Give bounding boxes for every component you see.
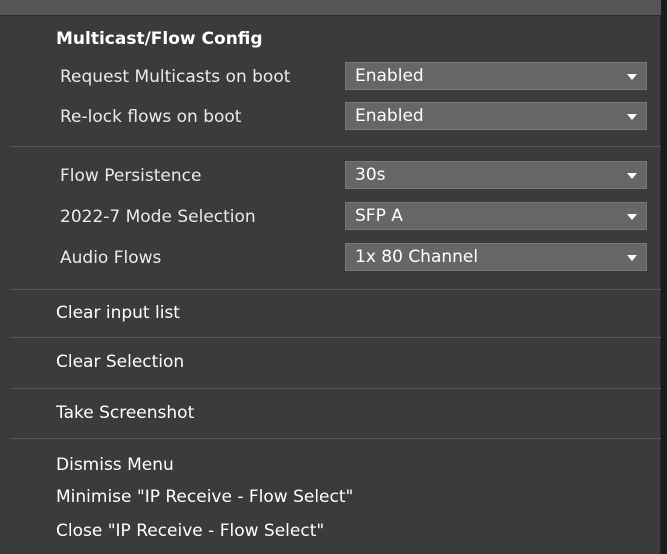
divider (10, 146, 661, 147)
divider (10, 438, 661, 439)
flow-persistence-label: Flow Persistence (60, 166, 202, 186)
audio-flows-label: Audio Flows (60, 248, 162, 268)
relock-flows-dropdown[interactable]: Enabled (345, 102, 647, 130)
section-title: Multicast/Flow Config (56, 29, 263, 49)
chevron-down-icon (627, 173, 637, 179)
menu-top-border (0, 0, 661, 16)
clear-input-list-label: Clear input list (56, 303, 180, 323)
request-multicasts-label: Request Multicasts on boot (60, 67, 291, 87)
minimise-window-label: Minimise "IP Receive - Flow Select" (56, 487, 354, 507)
clear-input-list-button[interactable]: Clear input list (46, 298, 652, 328)
mode-selection-value: SFP A (355, 206, 403, 226)
context-menu: Multicast/Flow Config Request Multicasts… (0, 0, 661, 554)
chevron-down-icon (627, 114, 637, 120)
request-multicasts-dropdown[interactable]: Enabled (345, 62, 647, 90)
chevron-down-icon (627, 214, 637, 220)
audio-flows-value: 1x 80 Channel (355, 247, 479, 267)
dismiss-menu-label: Dismiss Menu (56, 455, 174, 475)
relock-flows-value: Enabled (355, 106, 424, 126)
flow-persistence-value: 30s (355, 165, 386, 185)
clear-selection-label: Clear Selection (56, 352, 185, 372)
flow-persistence-dropdown[interactable]: 30s (345, 161, 647, 189)
minimise-window-button[interactable]: Minimise "IP Receive - Flow Select" (46, 482, 652, 512)
audio-flows-dropdown[interactable]: 1x 80 Channel (345, 243, 647, 271)
request-multicasts-value: Enabled (355, 66, 424, 86)
chevron-down-icon (627, 255, 637, 261)
mode-selection-dropdown[interactable]: SFP A (345, 202, 647, 230)
divider (10, 289, 661, 290)
take-screenshot-button[interactable]: Take Screenshot (46, 398, 652, 428)
divider (10, 388, 661, 389)
divider (10, 337, 661, 338)
close-window-button[interactable]: Close "IP Receive - Flow Select" (46, 516, 652, 546)
mode-selection-label: 2022-7 Mode Selection (60, 207, 256, 227)
take-screenshot-label: Take Screenshot (56, 403, 195, 423)
relock-flows-label: Re-lock flows on boot (60, 107, 242, 127)
clear-selection-button[interactable]: Clear Selection (46, 347, 652, 377)
dismiss-menu-button[interactable]: Dismiss Menu (46, 450, 652, 480)
chevron-down-icon (627, 74, 637, 80)
close-window-label: Close "IP Receive - Flow Select" (56, 521, 325, 541)
